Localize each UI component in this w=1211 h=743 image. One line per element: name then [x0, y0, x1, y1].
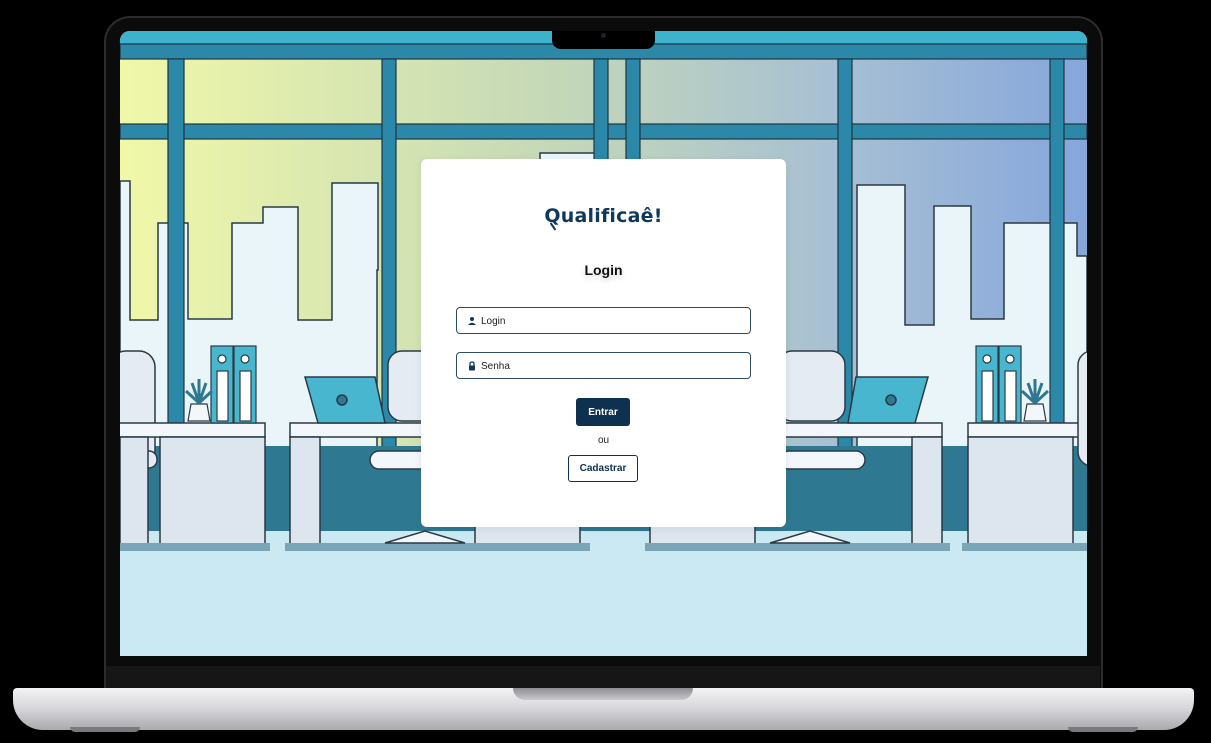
laptop-base: [13, 688, 1194, 730]
magnifier-icon: Qualificaê!: [544, 205, 663, 231]
submit-button[interactable]: Entrar: [576, 398, 630, 426]
camera-notch: [552, 31, 655, 49]
binders-left: [210, 345, 257, 424]
login-field[interactable]: [456, 307, 751, 334]
laptop-foot-right: [1068, 727, 1138, 732]
register-button[interactable]: Cadastrar: [568, 455, 638, 482]
binders-right: [975, 345, 1022, 424]
login-card: Qualificaê! Login Entrar ou Cadastrar: [421, 159, 786, 527]
user-icon: [468, 317, 476, 325]
logo-text: Qualificaê!: [544, 205, 663, 227]
brand-logo: Qualificaê!: [421, 205, 786, 231]
screen: Qualificaê! Login Entrar ou Cadastrar: [120, 31, 1087, 656]
password-input[interactable]: [479, 354, 748, 379]
camera-icon: [601, 33, 606, 38]
lid-opening-notch: [513, 688, 693, 700]
password-field[interactable]: [456, 352, 751, 379]
login-input[interactable]: [479, 309, 748, 334]
separator-text: ou: [597, 435, 610, 446]
desk-left: [120, 422, 270, 551]
page-title: Login: [584, 262, 623, 278]
lock-icon: [469, 361, 475, 371]
laptop-foot-left: [70, 727, 140, 732]
laptop-chin: [106, 666, 1100, 688]
